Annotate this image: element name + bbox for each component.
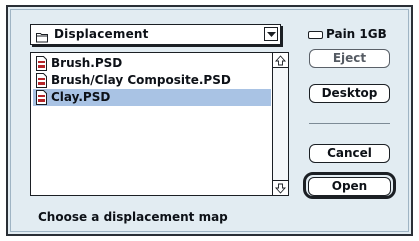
default-button-ring: Open bbox=[303, 172, 396, 199]
list-item[interactable]: Brush.PSD bbox=[33, 55, 271, 72]
file-name: Brush.PSD bbox=[51, 56, 123, 70]
cancel-button[interactable]: Cancel bbox=[309, 144, 390, 163]
psd-document-icon bbox=[36, 56, 47, 71]
psd-document-icon bbox=[36, 90, 47, 105]
hard-disk-icon bbox=[308, 31, 323, 39]
list-item[interactable]: Brush/Clay Composite.PSD bbox=[33, 72, 271, 89]
psd-document-icon bbox=[36, 73, 47, 88]
file-name: Brush/Clay Composite.PSD bbox=[51, 73, 231, 87]
scroll-down-button[interactable] bbox=[273, 180, 288, 195]
folder-popup-label: Displacement bbox=[54, 27, 149, 41]
vertical-scrollbar[interactable] bbox=[272, 53, 288, 195]
arrow-down-icon bbox=[275, 183, 286, 194]
open-file-dialog: Displacement Brush.PSD Brush/Clay Compos… bbox=[6, 5, 413, 236]
list-item-selected[interactable]: Clay.PSD bbox=[33, 89, 271, 106]
folder-icon bbox=[36, 28, 48, 43]
divider bbox=[309, 123, 390, 124]
open-button[interactable]: Open bbox=[308, 177, 391, 196]
dialog-prompt: Choose a displacement map bbox=[38, 210, 228, 224]
desktop-button[interactable]: Desktop bbox=[309, 84, 390, 103]
folder-popup-menu[interactable]: Displacement bbox=[30, 24, 281, 45]
file-list[interactable]: Brush.PSD Brush/Clay Composite.PSD Clay.… bbox=[30, 52, 289, 196]
file-name: Clay.PSD bbox=[51, 90, 111, 104]
disk-label: Pain 1GB bbox=[326, 27, 387, 41]
eject-button[interactable]: Eject bbox=[309, 49, 390, 68]
chevron-down-icon[interactable] bbox=[264, 27, 278, 41]
arrow-up-icon bbox=[275, 55, 286, 66]
scroll-up-button[interactable] bbox=[273, 53, 288, 68]
